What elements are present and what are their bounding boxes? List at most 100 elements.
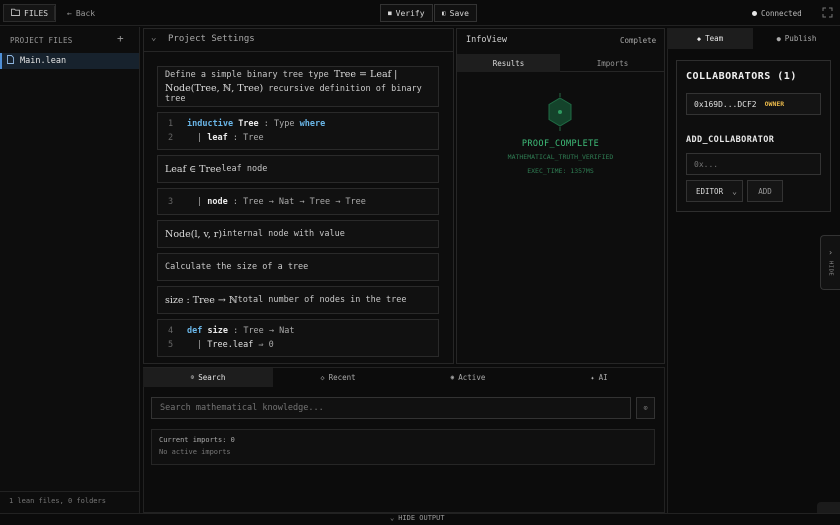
code-text: |: [197, 133, 208, 143]
cell-text: Define a simple binary tree type: [165, 70, 334, 80]
chevron-down-icon: ⌄: [390, 514, 395, 522]
role-select[interactable]: EDITOR ⌄: [686, 180, 743, 202]
tab-recent[interactable]: ◇ Recent: [273, 368, 403, 387]
tab-imports[interactable]: Imports: [561, 54, 664, 72]
chevron-down-icon[interactable]: ⌄: [151, 33, 156, 43]
dot-icon: ●: [776, 34, 781, 43]
tab-ai[interactable]: ✦ AI: [533, 368, 665, 387]
verify-button[interactable]: ■ Verify: [380, 4, 433, 22]
file-item[interactable]: Main.lean: [0, 53, 139, 69]
imports-box: [151, 429, 655, 465]
files-label: FILES: [24, 8, 49, 18]
diamond-icon: ◆: [696, 34, 702, 43]
collaborator-id: 0x169D...DCF2: [694, 99, 757, 109]
code-cell[interactable]: 3 | node : Tree → Nat → Tree → Tree: [157, 188, 439, 215]
dot-icon: ◉: [450, 374, 455, 381]
proof-status: PROOF_COMPLETE: [521, 139, 600, 149]
connection-status: Connected: [752, 9, 802, 18]
add-file-button[interactable]: +: [117, 32, 124, 45]
text-cell[interactable]: Leaf ∈ Tree leaf node: [157, 155, 439, 183]
infoview-status: Complete: [620, 36, 657, 45]
code-text: : Tree → Nat → Tree → Tree: [227, 196, 366, 207]
code-text: |: [197, 196, 208, 207]
keyword: inductive: [187, 119, 234, 129]
tab-team[interactable]: ◆ Team: [667, 28, 753, 49]
tab-search[interactable]: ⊙ Search: [143, 368, 273, 387]
line-number: 4: [168, 326, 174, 336]
cell-text: Calculate the size of a tree: [165, 262, 309, 272]
square-icon: ■: [388, 9, 392, 17]
tab-label: AI: [598, 373, 608, 382]
code-line: 3 | node : Tree → Nat → Tree → Tree: [165, 197, 366, 207]
text-cell[interactable]: Define a simple binary tree type Tree = …: [157, 66, 439, 107]
save-button[interactable]: ◧ Save: [434, 4, 477, 22]
code-text: : Tree → Nat: [227, 326, 295, 336]
sparkle-icon: ✦: [590, 373, 595, 382]
sidebar-title: PROJECT FILES: [10, 36, 73, 45]
tab-publish[interactable]: ● Publish: [753, 28, 840, 49]
collaborator-address-input[interactable]: [686, 153, 821, 175]
text-cell[interactable]: Node(l, v, r) internal node with value: [157, 220, 439, 248]
tab-results[interactable]: Results: [457, 54, 560, 72]
fullscreen-icon[interactable]: [822, 7, 834, 19]
divider: [0, 491, 139, 492]
code-text: |: [197, 340, 208, 350]
identifier: Tree.leaf: [207, 340, 254, 350]
collaborator-row[interactable]: 0x169D...DCF2 OWNER: [686, 93, 821, 115]
diamond-outline-icon: ◇: [320, 373, 325, 382]
save-label: Save: [449, 8, 469, 18]
verify-label: Verify: [395, 8, 425, 18]
code-text: ⇒ 0: [253, 340, 274, 350]
tab-label: Search: [198, 373, 226, 382]
back-button[interactable]: ← Back: [60, 4, 102, 22]
math-expression: Node(l, v, r): [165, 228, 223, 240]
cell-text: internal node with value: [222, 229, 345, 239]
proof-subtitle: MATHEMATICAL_TRUTH_VERIFIED: [507, 153, 614, 161]
file-sidebar: [0, 27, 140, 513]
math-expression: Node(Tree, ℕ, Tree): [165, 83, 264, 94]
status-dot-icon: [752, 11, 757, 16]
code-line: 4 def size : Tree → Nat: [165, 326, 295, 336]
connection-label: Connected: [761, 9, 802, 18]
code-line: 1 inductive Tree : Type where: [165, 119, 325, 129]
infoview-title: InfoView: [466, 35, 507, 45]
file-icon: [7, 55, 14, 67]
line-number: 3: [168, 196, 174, 207]
hide-panel-toggle[interactable]: › HIDE: [820, 235, 840, 290]
search-icon: ⊙: [190, 374, 195, 381]
add-collaborator-button[interactable]: ADD: [747, 180, 783, 202]
keyword: where: [299, 119, 326, 129]
keyword: def: [187, 326, 203, 336]
cell-text: total number of nodes in the tree: [237, 295, 407, 305]
save-icon: ◧: [442, 9, 446, 17]
code-line: 2 | leaf : Tree: [165, 133, 264, 143]
code-cell[interactable]: 1 inductive Tree : Type where 2 | leaf : T…: [157, 112, 439, 150]
tab-active[interactable]: ◉ Active: [403, 368, 533, 387]
files-button[interactable]: FILES: [3, 4, 57, 22]
chevron-down-icon: ⌄: [732, 186, 737, 196]
text-cell[interactable]: Calculate the size of a tree: [157, 253, 439, 281]
imports-empty: No active imports: [159, 448, 231, 456]
divider: [54, 6, 55, 20]
file-name: Main.lean: [20, 56, 67, 66]
back-label: Back: [75, 8, 96, 18]
hide-output-button[interactable]: ⌄ HIDE OUTPUT: [390, 514, 445, 522]
code-cell[interactable]: 4 def size : Tree → Nat 5 | Tree.leaf ⇒ 0: [157, 319, 439, 357]
line-number: 1: [168, 119, 174, 129]
imports-count: Current imports: 0: [159, 436, 235, 444]
code-line: 5 | Tree.leaf ⇒ 0: [165, 340, 274, 350]
math-expression: Leaf ∈ Tree: [165, 163, 222, 175]
identifier: size: [207, 326, 228, 336]
code-text: : Tree: [227, 133, 264, 143]
identifier: Tree: [238, 119, 259, 129]
text-cell[interactable]: size : Tree → ℕ total number of nodes in…: [157, 286, 439, 314]
search-input[interactable]: [151, 397, 631, 419]
math-expression: size : Tree → ℕ: [165, 294, 238, 306]
line-number: 2: [168, 133, 174, 143]
identifier: leaf: [207, 133, 228, 143]
search-button[interactable]: ⊙: [636, 397, 655, 419]
code-text: : Type: [258, 119, 300, 129]
infoview-panel: [456, 28, 665, 364]
chevron-right-icon: ›: [828, 248, 833, 258]
file-count: 1 lean files, 0 folders: [9, 497, 106, 505]
